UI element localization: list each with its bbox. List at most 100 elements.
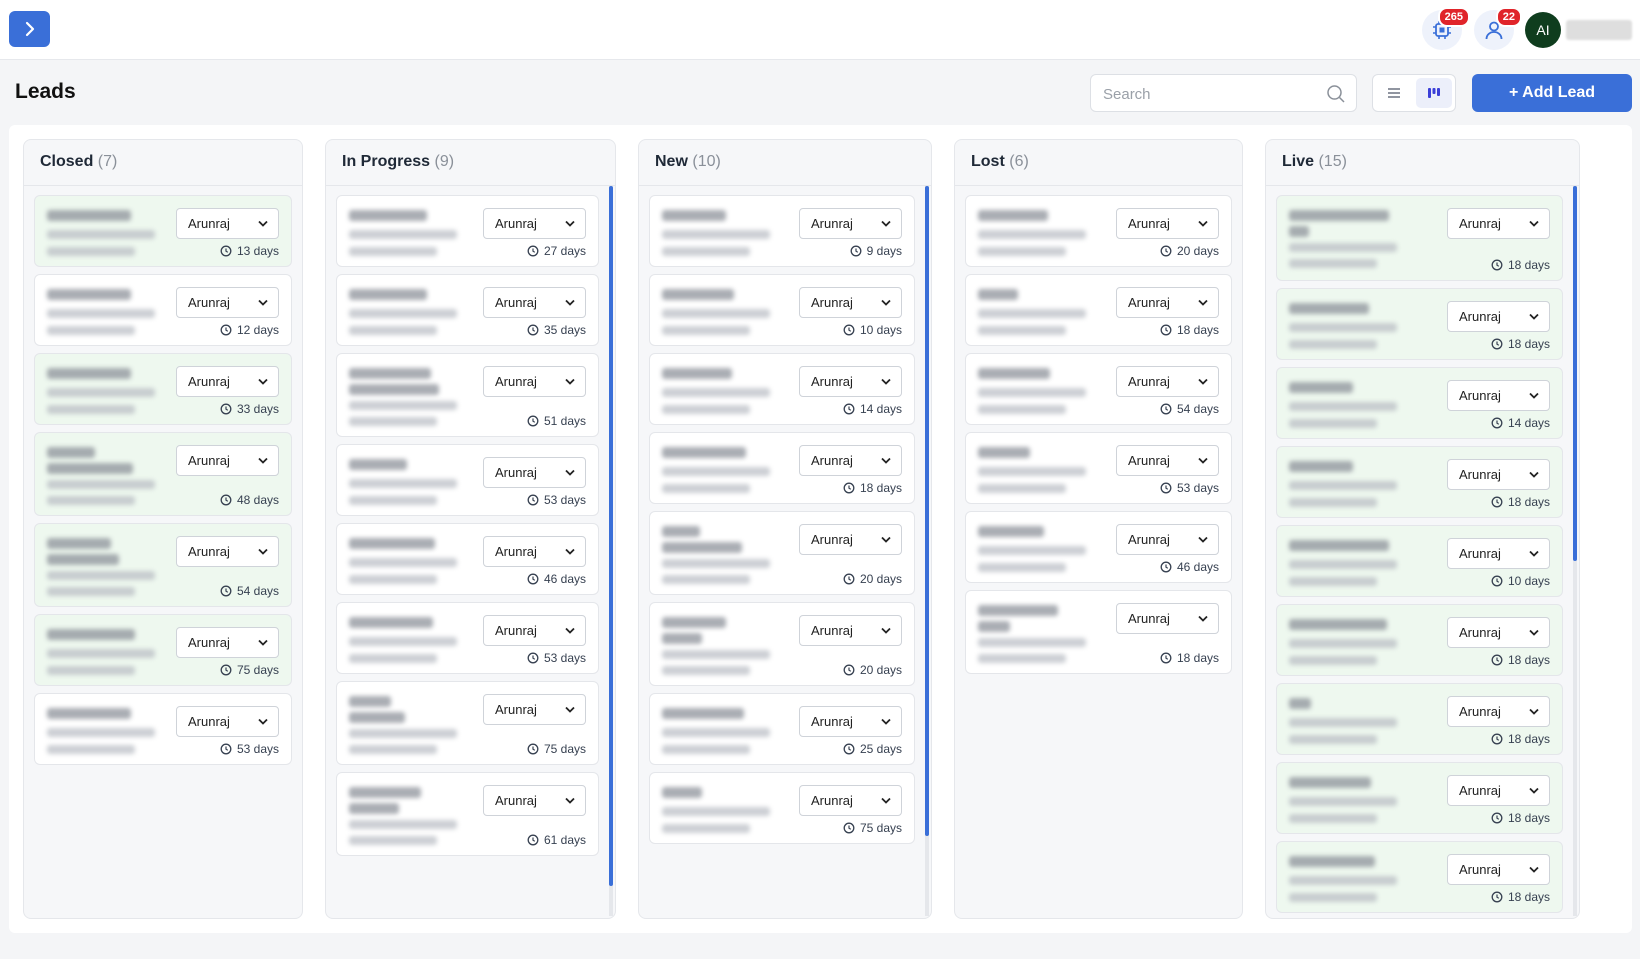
- lead-card[interactable]: Arunraj 35 days: [336, 274, 599, 346]
- assignee-dropdown[interactable]: Arunraj: [1447, 538, 1550, 569]
- column-scrollbar[interactable]: [609, 186, 613, 916]
- lead-card[interactable]: Arunraj 51 days: [336, 353, 599, 437]
- lead-card[interactable]: Arunraj 53 days: [34, 693, 292, 765]
- clock-icon: [220, 403, 232, 415]
- lead-card[interactable]: Arunraj 18 days: [1276, 762, 1563, 834]
- assignee-dropdown[interactable]: Arunraj: [799, 445, 902, 476]
- column-scrollbar[interactable]: [925, 186, 929, 916]
- assignee-dropdown[interactable]: Arunraj: [799, 785, 902, 816]
- assignee-dropdown[interactable]: Arunraj: [483, 287, 586, 318]
- lead-card[interactable]: Arunraj 75 days: [34, 614, 292, 686]
- assignee-dropdown[interactable]: Arunraj: [176, 366, 279, 397]
- assignee-dropdown[interactable]: Arunraj: [799, 366, 902, 397]
- lead-age: 20 days: [843, 663, 902, 677]
- lead-card[interactable]: Arunraj 18 days: [1276, 683, 1563, 755]
- lead-card[interactable]: Arunraj 12 days: [34, 274, 292, 346]
- assignee-dropdown[interactable]: Arunraj: [1447, 459, 1550, 490]
- lead-card[interactable]: Arunraj 18 days: [1276, 446, 1563, 518]
- lead-card[interactable]: Arunraj 14 days: [649, 353, 915, 425]
- lead-card[interactable]: Arunraj 75 days: [336, 681, 599, 765]
- assignee-dropdown[interactable]: Arunraj: [799, 208, 902, 239]
- assignee-dropdown[interactable]: Arunraj: [483, 694, 586, 725]
- lead-card[interactable]: Arunraj 18 days: [1276, 195, 1563, 281]
- lead-card[interactable]: Arunraj 18 days: [965, 590, 1232, 674]
- lead-card[interactable]: Arunraj 48 days: [34, 432, 292, 516]
- lead-card[interactable]: Arunraj 61 days: [336, 772, 599, 856]
- assignee-dropdown[interactable]: Arunraj: [1447, 696, 1550, 727]
- assignee-dropdown[interactable]: Arunraj: [1116, 603, 1219, 634]
- assignee-dropdown[interactable]: Arunraj: [1447, 301, 1550, 332]
- column-header: In Progress (9): [326, 140, 615, 186]
- users-button[interactable]: 22: [1474, 7, 1522, 50]
- lead-card[interactable]: Arunraj 18 days: [649, 432, 915, 504]
- assignee-dropdown[interactable]: Arunraj: [176, 627, 279, 658]
- assignee-dropdown[interactable]: Arunraj: [1116, 366, 1219, 397]
- kanban-view-button[interactable]: [1416, 78, 1452, 108]
- column-scrollbar[interactable]: [1573, 186, 1577, 916]
- lead-card[interactable]: Arunraj 53 days: [965, 432, 1232, 504]
- lead-card[interactable]: Arunraj 18 days: [1276, 841, 1563, 913]
- add-lead-button[interactable]: + Add Lead: [1472, 74, 1632, 112]
- lead-age-text: 75 days: [859, 821, 902, 835]
- assignee-dropdown[interactable]: Arunraj: [483, 615, 586, 646]
- scrollbar-thumb[interactable]: [925, 186, 929, 836]
- lead-card[interactable]: Arunraj 10 days: [649, 274, 915, 346]
- assignee-dropdown[interactable]: Arunraj: [483, 536, 586, 567]
- assignee-dropdown[interactable]: Arunraj: [483, 785, 586, 816]
- avatar[interactable]: AI: [1525, 12, 1561, 48]
- assignee-dropdown[interactable]: Arunraj: [1116, 524, 1219, 555]
- assignee-dropdown[interactable]: Arunraj: [1447, 617, 1550, 648]
- lead-email-redacted: [349, 479, 457, 488]
- assignee-dropdown[interactable]: Arunraj: [799, 524, 902, 555]
- assignee-dropdown[interactable]: Arunraj: [799, 615, 902, 646]
- lead-card[interactable]: Arunraj 20 days: [649, 602, 915, 686]
- lead-card[interactable]: Arunraj 10 days: [1276, 525, 1563, 597]
- assignee-dropdown[interactable]: Arunraj: [176, 287, 279, 318]
- assignee-dropdown[interactable]: Arunraj: [1116, 445, 1219, 476]
- lead-card[interactable]: Arunraj 46 days: [965, 511, 1232, 583]
- assignee-dropdown[interactable]: Arunraj: [799, 706, 902, 737]
- assignee-dropdown[interactable]: Arunraj: [483, 208, 586, 239]
- lead-age: 61 days: [527, 833, 586, 847]
- assignee-dropdown[interactable]: Arunraj: [799, 287, 902, 318]
- chevron-down-icon: [1529, 629, 1539, 636]
- lead-card[interactable]: Arunraj 54 days: [34, 523, 292, 607]
- lead-card[interactable]: Arunraj 27 days: [336, 195, 599, 267]
- lead-card[interactable]: Arunraj 9 days: [649, 195, 915, 267]
- lead-phone-redacted: [349, 326, 437, 335]
- lead-card[interactable]: Arunraj 18 days: [965, 274, 1232, 346]
- lead-card[interactable]: Arunraj 20 days: [649, 511, 915, 595]
- assignee-dropdown[interactable]: Arunraj: [176, 445, 279, 476]
- column-closed: Closed (7) Arunraj 13 days Arunraj 12 da…: [23, 139, 303, 919]
- lead-card[interactable]: Arunraj 14 days: [1276, 367, 1563, 439]
- assignee-dropdown[interactable]: Arunraj: [1447, 854, 1550, 885]
- assignee-dropdown[interactable]: Arunraj: [176, 706, 279, 737]
- list-view-button[interactable]: [1376, 78, 1412, 108]
- lead-card[interactable]: Arunraj 18 days: [1276, 604, 1563, 676]
- lead-card[interactable]: Arunraj 53 days: [336, 602, 599, 674]
- assignee-dropdown[interactable]: Arunraj: [176, 536, 279, 567]
- lead-card[interactable]: Arunraj 20 days: [965, 195, 1232, 267]
- assignee-dropdown[interactable]: Arunraj: [1447, 775, 1550, 806]
- notifications-button[interactable]: 265: [1422, 7, 1470, 50]
- lead-card[interactable]: Arunraj 18 days: [1276, 288, 1563, 360]
- assignee-dropdown[interactable]: Arunraj: [1116, 287, 1219, 318]
- lead-card[interactable]: Arunraj 75 days: [649, 772, 915, 844]
- assignee-dropdown[interactable]: Arunraj: [176, 208, 279, 239]
- assignee-dropdown[interactable]: Arunraj: [1116, 208, 1219, 239]
- lead-card[interactable]: Arunraj 54 days: [965, 353, 1232, 425]
- assignee-dropdown[interactable]: Arunraj: [483, 366, 586, 397]
- search-icon[interactable]: [1326, 84, 1346, 104]
- lead-card[interactable]: Arunraj 33 days: [34, 353, 292, 425]
- scrollbar-thumb[interactable]: [1573, 186, 1577, 561]
- lead-card[interactable]: Arunraj 53 days: [336, 444, 599, 516]
- lead-card[interactable]: Arunraj 46 days: [336, 523, 599, 595]
- lead-card[interactable]: Arunraj 13 days: [34, 195, 292, 267]
- assignee-dropdown[interactable]: Arunraj: [1447, 208, 1550, 239]
- assignee-dropdown[interactable]: Arunraj: [1447, 380, 1550, 411]
- assignee-dropdown[interactable]: Arunraj: [483, 457, 586, 488]
- search-input[interactable]: [1103, 83, 1323, 105]
- scrollbar-thumb[interactable]: [609, 186, 613, 886]
- lead-card[interactable]: Arunraj 25 days: [649, 693, 915, 765]
- sidebar-toggle-button[interactable]: [9, 11, 50, 47]
